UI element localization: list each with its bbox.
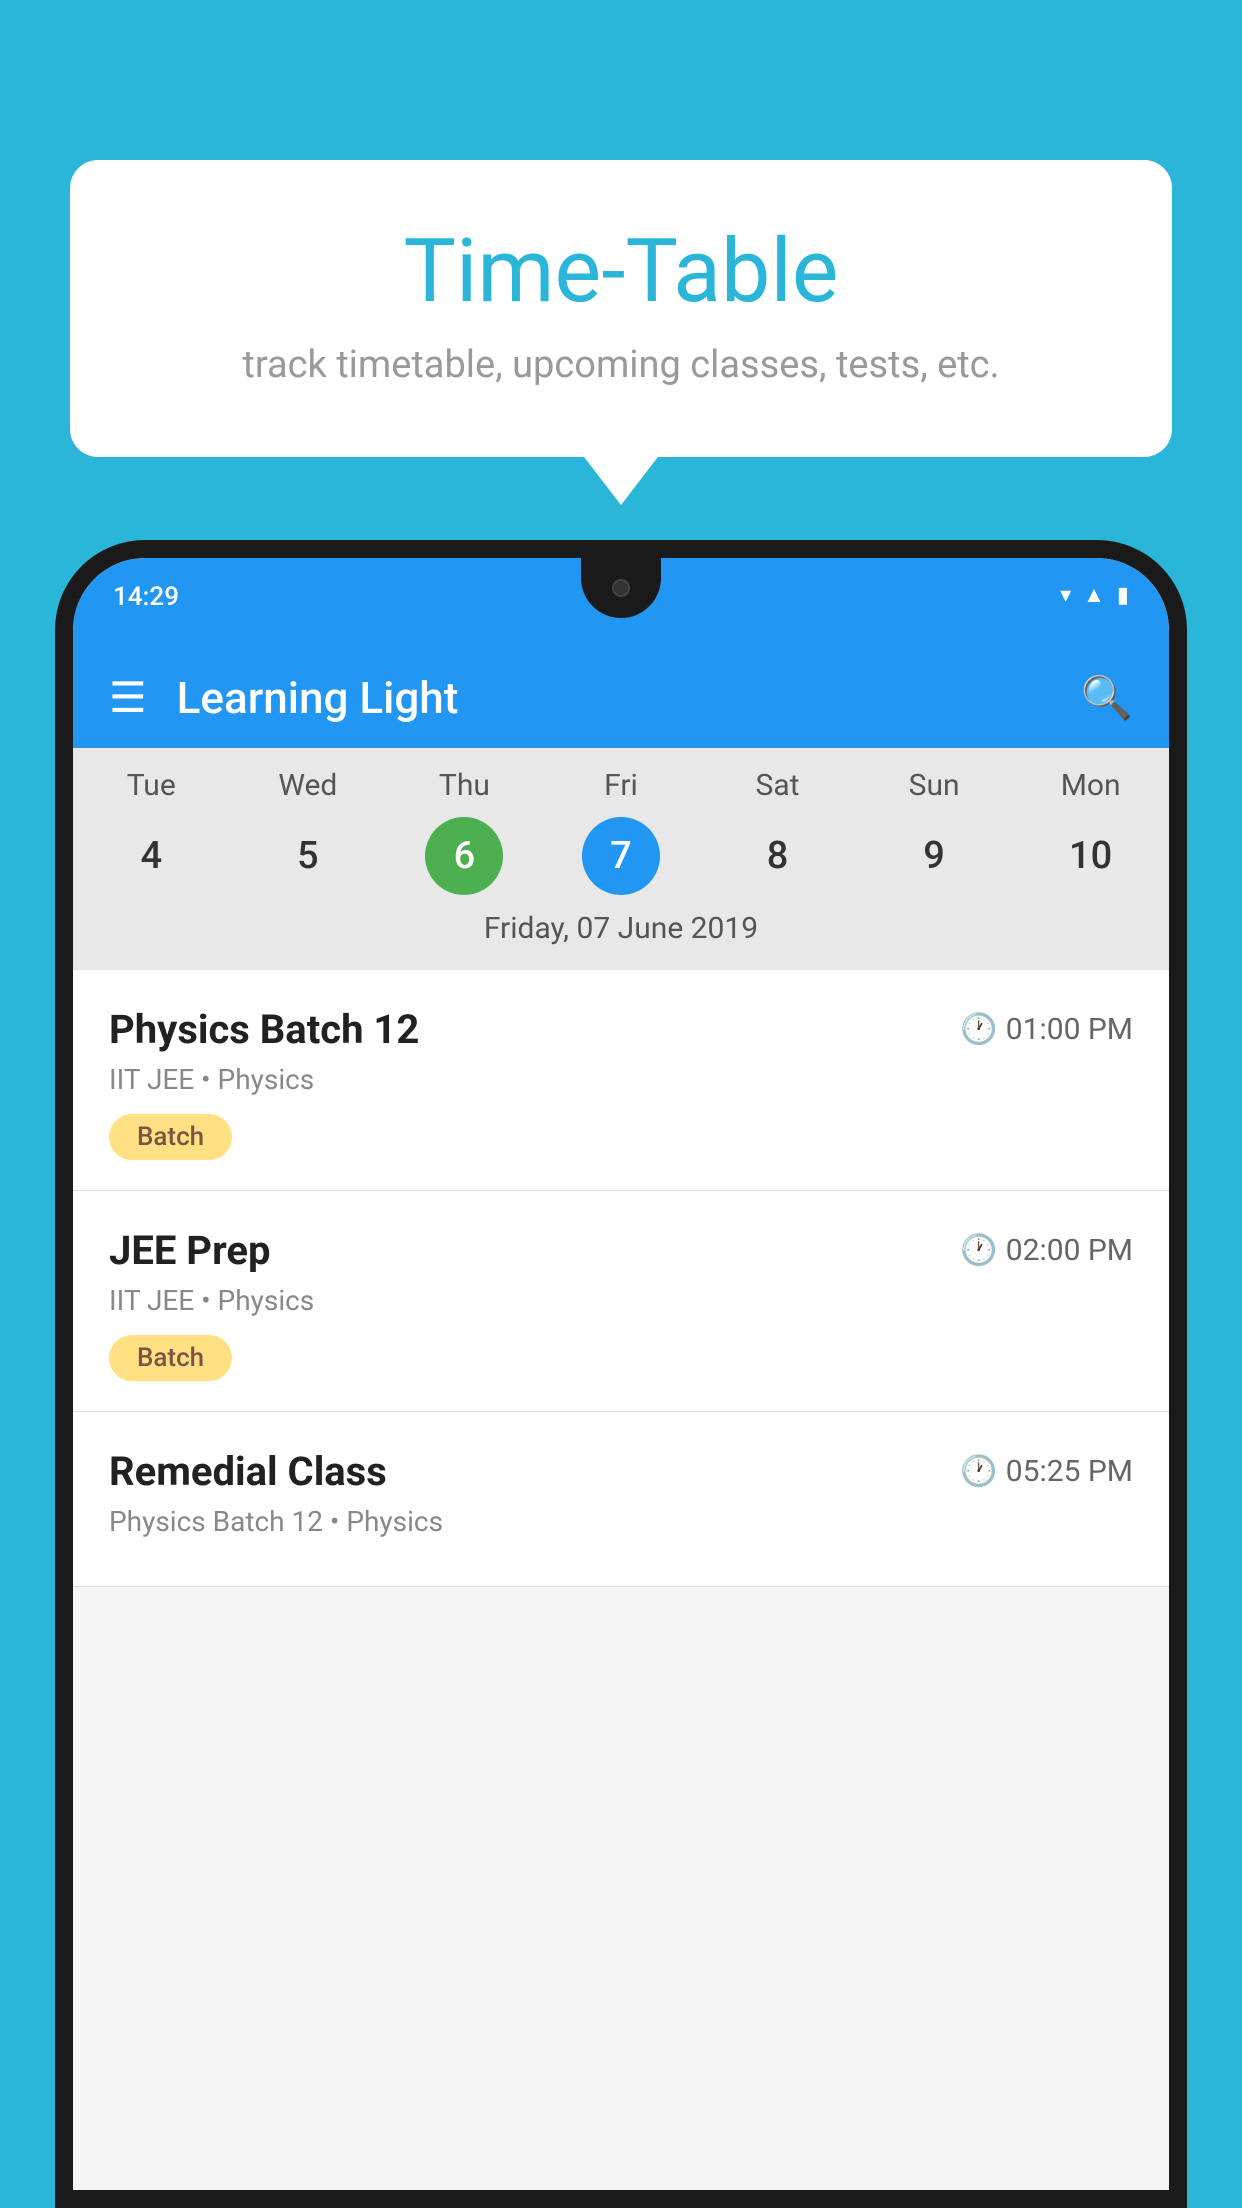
schedule-item-1-title: Physics Batch 12 [109, 1006, 419, 1053]
day-header-tue: Tue [101, 768, 201, 803]
schedule-item-2-header: JEE Prep 🕐 02:00 PM [109, 1227, 1133, 1274]
day-header-fri: Fri [571, 768, 671, 803]
clock-icon-2: 🕐 [960, 1233, 997, 1268]
battery-icon: ▮ [1117, 583, 1129, 608]
schedule-item-2-time: 🕐 02:00 PM [960, 1233, 1133, 1268]
day-header-mon: Mon [1041, 768, 1141, 803]
camera-dot [612, 579, 630, 597]
signal-icon: ▲ [1083, 582, 1105, 608]
notch-bump [581, 558, 661, 618]
status-bar: 14:29 ▾ ▲ ▮ [73, 558, 1169, 648]
phone-frame: 14:29 ▾ ▲ ▮ ☰ Learning Light 🔍 Tue Wed T… [55, 540, 1187, 2208]
day-header-thu: Thu [414, 768, 514, 803]
day-10[interactable]: 10 [1052, 817, 1130, 895]
schedule-item-2-title: JEE Prep [109, 1227, 270, 1274]
day-5[interactable]: 5 [269, 817, 347, 895]
schedule-list: Physics Batch 12 🕐 01:00 PM IIT JEE • Ph… [73, 970, 1169, 1587]
schedule-item-1-time: 🕐 01:00 PM [960, 1012, 1133, 1047]
status-time: 14:29 [113, 576, 179, 612]
schedule-item-1-header: Physics Batch 12 🕐 01:00 PM [109, 1006, 1133, 1053]
schedule-item-2[interactable]: JEE Prep 🕐 02:00 PM IIT JEE • Physics Ba… [73, 1191, 1169, 1412]
schedule-item-3-sub: Physics Batch 12 • Physics [109, 1505, 1133, 1538]
schedule-item-2-badge: Batch [109, 1335, 232, 1381]
day-6-today[interactable]: 6 [425, 817, 503, 895]
schedule-item-1[interactable]: Physics Batch 12 🕐 01:00 PM IIT JEE • Ph… [73, 970, 1169, 1191]
clock-icon-1: 🕐 [960, 1012, 997, 1047]
schedule-item-1-sub: IIT JEE • Physics [109, 1063, 1133, 1096]
day-header-sun: Sun [884, 768, 984, 803]
phone-screen: 14:29 ▾ ▲ ▮ ☰ Learning Light 🔍 Tue Wed T… [73, 558, 1169, 2190]
day-header-sat: Sat [728, 768, 828, 803]
clock-icon-3: 🕐 [960, 1454, 997, 1489]
schedule-item-3[interactable]: Remedial Class 🕐 05:25 PM Physics Batch … [73, 1412, 1169, 1587]
tooltip-card: Time-Table track timetable, upcoming cla… [70, 160, 1172, 457]
schedule-item-3-header: Remedial Class 🕐 05:25 PM [109, 1448, 1133, 1495]
schedule-item-2-sub: IIT JEE • Physics [109, 1284, 1133, 1317]
status-icons: ▾ ▲ ▮ [1060, 576, 1129, 608]
schedule-item-3-time: 🕐 05:25 PM [960, 1454, 1133, 1489]
search-icon[interactable]: 🔍 [1081, 674, 1133, 723]
day-headers: Tue Wed Thu Fri Sat Sun Mon [73, 768, 1169, 803]
day-4[interactable]: 4 [112, 817, 190, 895]
day-header-wed: Wed [258, 768, 358, 803]
wifi-icon: ▾ [1060, 583, 1071, 608]
day-8[interactable]: 8 [739, 817, 817, 895]
app-bar: ☰ Learning Light 🔍 [73, 648, 1169, 748]
tooltip-subtitle: track timetable, upcoming classes, tests… [120, 343, 1122, 387]
hamburger-icon[interactable]: ☰ [109, 673, 147, 723]
schedule-item-1-badge: Batch [109, 1114, 232, 1160]
selected-date: Friday, 07 June 2019 [73, 911, 1169, 960]
tooltip-title: Time-Table [120, 220, 1122, 323]
day-9[interactable]: 9 [895, 817, 973, 895]
app-title: Learning Light [177, 672, 1051, 724]
day-numbers: 4 5 6 7 8 9 10 [73, 817, 1169, 895]
day-7-selected[interactable]: 7 [582, 817, 660, 895]
calendar-strip: Tue Wed Thu Fri Sat Sun Mon 4 5 6 7 8 9 … [73, 748, 1169, 970]
schedule-item-3-title: Remedial Class [109, 1448, 387, 1495]
